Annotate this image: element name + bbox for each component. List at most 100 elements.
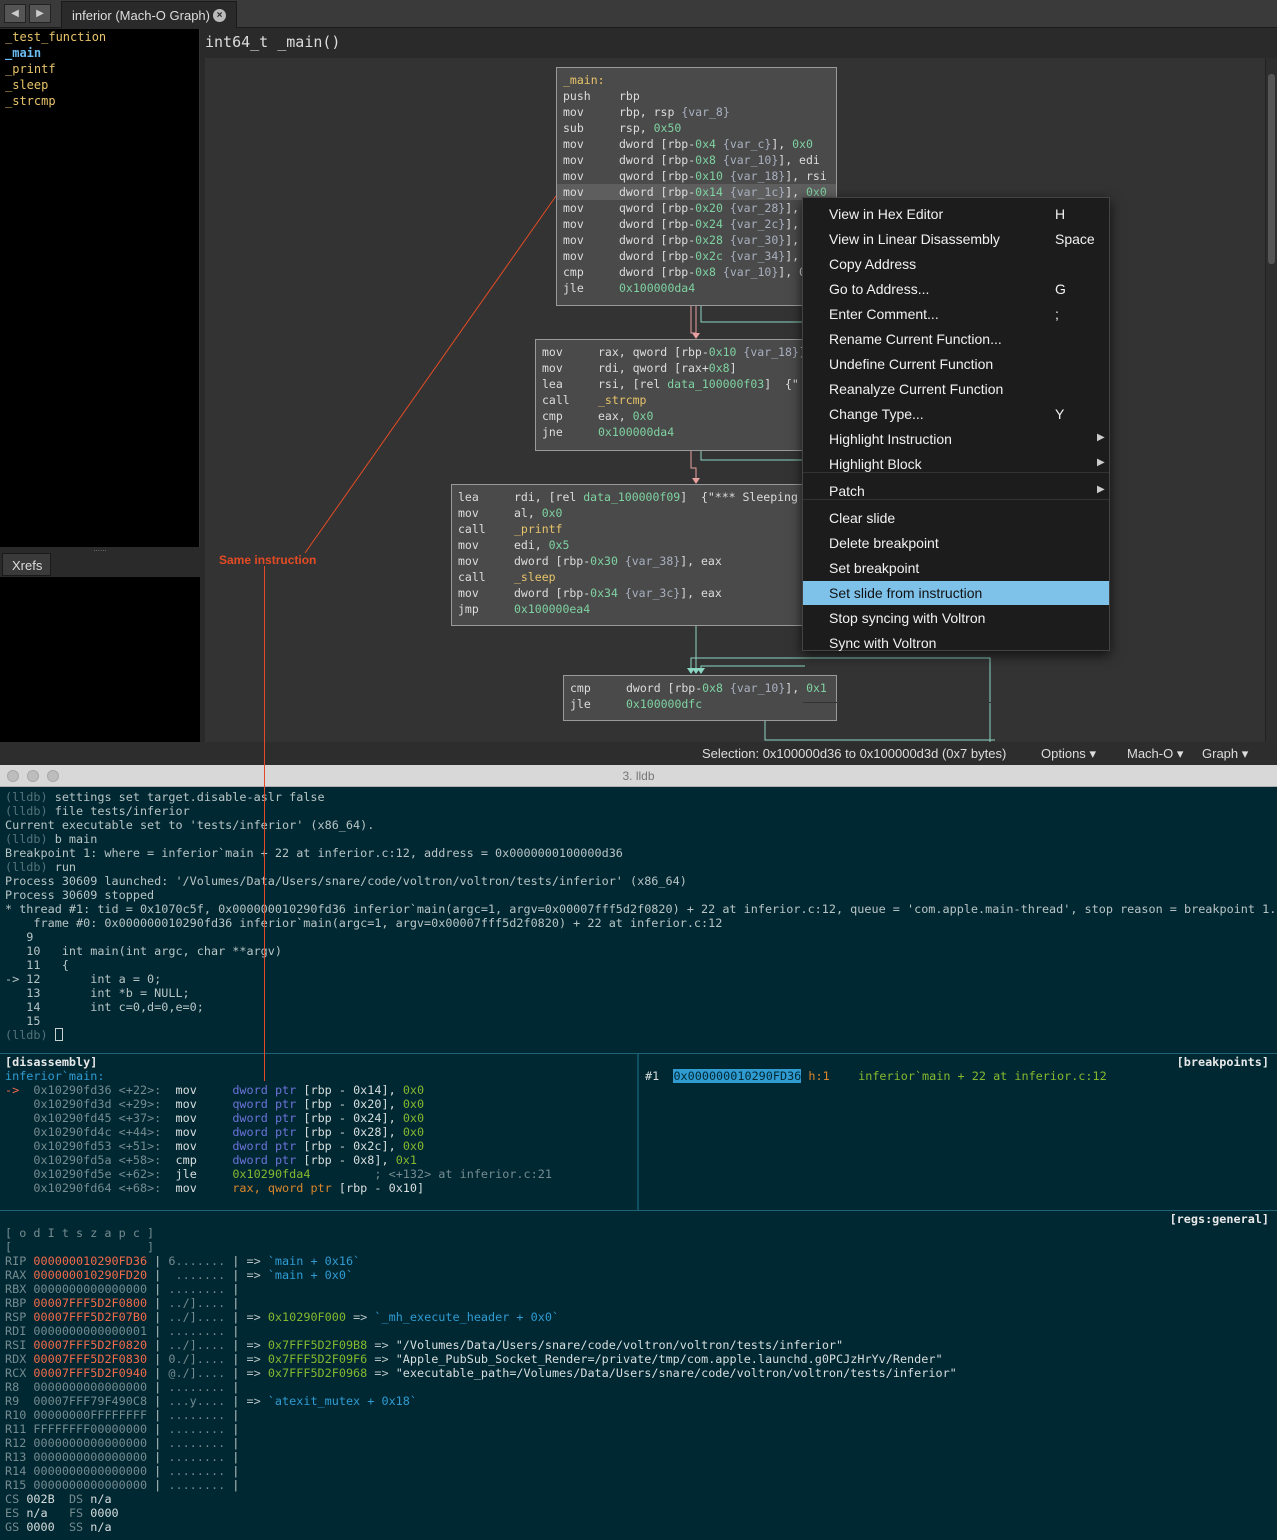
back-arrow-icon[interactable]: ◀ <box>4 4 26 23</box>
context-menu-item[interactable]: Go to Address... G <box>803 277 1109 301</box>
minimize-window-icon[interactable] <box>27 770 39 782</box>
context-menu-item[interactable]: Set breakpoint <box>803 556 1109 580</box>
instruction-row[interactable]: mov rdi, qword [rax+0x8] <box>542 360 806 376</box>
instruction-row[interactable]: jne 0x100000da4 <box>542 424 806 440</box>
instruction-row[interactable]: mov dword [rbp-0x34 {var_3c}], eax <box>458 585 806 601</box>
instruction-row[interactable]: sub rsp, 0x50 <box>563 120 836 136</box>
register-row[interactable]: R13 0000000000000000 | ........ | <box>0 1450 1277 1464</box>
instruction-mnemonic: mov <box>563 185 584 199</box>
register-row[interactable]: RSI 00007FFF5D2F0820 | ../].... | => 0x7… <box>0 1338 1277 1352</box>
view-dropdown[interactable]: Graph ▾ <box>1202 746 1248 762</box>
register-row[interactable]: RBX 0000000000000000 | ........ | <box>0 1282 1277 1296</box>
function-list-item[interactable]: _test_function <box>0 29 199 45</box>
instruction-row[interactable]: mov dword [rbp-0x4 {var_c}], 0x0 <box>563 136 836 152</box>
basic-block-sleep[interactable]: lea rdi, [rel data_100000f09] {"*** Sleep… <box>451 484 807 626</box>
register-value: 0000000000000001 <box>33 1324 148 1338</box>
instruction-row[interactable]: push rbp <box>563 88 836 104</box>
register-row[interactable]: R9 00007FFF79F490C8 | ...y.... | => `ate… <box>0 1394 1277 1408</box>
disasm-row[interactable]: 0x10290fd45 <+37>: mov dword ptr [rbp - … <box>0 1111 637 1125</box>
instruction-row[interactable]: mov edi, 0x5 <box>458 537 806 553</box>
instruction-row[interactable]: lea rsi, [rel data_100000f03] {" <box>542 376 806 392</box>
zoom-window-icon[interactable] <box>47 770 59 782</box>
register-row[interactable]: RDI 0000000000000001 | ........ | <box>0 1324 1277 1338</box>
instruction-row[interactable]: cmp eax, 0x0 <box>542 408 806 424</box>
function-list-item[interactable]: _sleep <box>0 77 199 93</box>
register-row[interactable]: R15 0000000000000000 | ........ | <box>0 1478 1277 1492</box>
context-menu-item[interactable]: Set slide from instruction <box>803 581 1109 605</box>
disasm-row[interactable]: -> 0x10290fd36 <+22>: mov dword ptr [rbp… <box>0 1083 637 1097</box>
instruction-row[interactable]: mov dword [rbp-0x28 {var_30}], 0 <box>563 232 836 248</box>
context-menu-item[interactable]: Undefine Current Function <box>803 352 1109 376</box>
instruction-row[interactable]: jle 0x100000dfc <box>570 696 836 712</box>
disasm-row[interactable]: 0x10290fd5a <+58>: cmp dword ptr [rbp - … <box>0 1153 637 1167</box>
instruction-row[interactable]: jle 0x100000da4 <box>563 280 836 296</box>
context-menu-item[interactable]: Enter Comment...; <box>803 302 1109 326</box>
pane-divider <box>0 1210 1277 1211</box>
breakpoint-row[interactable]: #1 0x000000010290FD36 h:1 inferior`main … <box>640 1069 1277 1083</box>
console-prompt-line[interactable]: (lldb) <box>5 1028 1277 1042</box>
basic-block-strcmp[interactable]: movrax, qword [rbp-0x10 {var_18}]movrdi,… <box>535 339 807 451</box>
instruction-row[interactable]: mov qword [rbp-0x20 {var_28}], 0 <box>563 200 836 216</box>
tab-xrefs[interactable]: Xrefs <box>2 553 51 576</box>
context-menu-item[interactable]: View in Hex Editor H <box>803 202 1109 226</box>
instruction-row[interactable]: mov dword [rbp-0x8 {var_10}], edi <box>563 152 836 168</box>
instruction-row[interactable]: call _printf <box>458 521 806 537</box>
instruction-row[interactable]: call _strcmp <box>542 392 806 408</box>
instruction-row[interactable]: mov dword [rbp-0x2c {var_34}], 0 <box>563 248 836 264</box>
basic-block-cmp[interactable]: cmp dword [rbp-0x8 {var_10}], 0x1 jle 0x100… <box>563 675 837 721</box>
context-menu-item[interactable]: Stop syncing with Voltron <box>803 606 1109 630</box>
context-menu-item[interactable]: Delete breakpoint <box>803 531 1109 555</box>
disasm-row[interactable]: 0x10290fd4c <+44>: mov dword ptr [rbp - … <box>0 1125 637 1139</box>
instruction-row[interactable]: mov al, 0x0 <box>458 505 806 521</box>
function-list-item[interactable]: _printf <box>0 61 199 77</box>
instruction-row[interactable]: lea rdi, [rel data_100000f09] {"*** Sleep… <box>458 489 806 505</box>
register-row[interactable]: R11 FFFFFFFF00000000 | ........ | <box>0 1422 1277 1436</box>
context-menu-item[interactable]: Highlight Instruction ▶ <box>803 427 1109 451</box>
instruction-row[interactable]: cmp dword [rbp-0x8 {var_10}], 0 <box>563 264 836 280</box>
context-menu-item[interactable]: View in Linear Disassembly Space <box>803 227 1109 251</box>
register-row[interactable]: R12 0000000000000000 | ........ | <box>0 1436 1277 1450</box>
instruction-row[interactable]: call _sleep <box>458 569 806 585</box>
instruction-row[interactable]: mov rax, qword [rbp-0x10 {var_18}] <box>542 344 806 360</box>
instruction-row[interactable]: cmp dword [rbp-0x8 {var_10}], 0x1 <box>570 680 836 696</box>
context-menu-item[interactable]: Copy Address <box>803 252 1109 276</box>
register-row[interactable]: RSP 00007FFF5D2F07B0 | ../].... | => 0x1… <box>0 1310 1277 1324</box>
tab-inferior-graph[interactable]: inferior (Mach-O Graph) × <box>61 1 237 28</box>
instruction-row[interactable]: mov dword [rbp-0x14 {var_1c}], 0x0 <box>557 184 836 200</box>
instruction-row[interactable]: mov dword [rbp-0x24 {var_2c}], 0 <box>563 216 836 232</box>
graph-vertical-scrollbar[interactable] <box>1265 58 1277 742</box>
context-menu-item[interactable]: Sync with Voltron <box>803 631 1109 655</box>
forward-arrow-icon[interactable]: ▶ <box>29 4 51 23</box>
register-row[interactable]: RAX 000000010290FD20 | ....... | => `mai… <box>0 1268 1277 1282</box>
instruction-row[interactable]: mov qword [rbp-0x10 {var_18}], rsi <box>563 168 836 184</box>
instruction-row[interactable]: mov rbp, rsp {var_8} <box>563 104 836 120</box>
register-row[interactable]: R10 00000000FFFFFFFF | ........ | <box>0 1408 1277 1422</box>
disasm-row[interactable]: 0x10290fd5e <+62>: jle 0x10290fda4 ; <+1… <box>0 1167 637 1181</box>
register-row[interactable]: R8 0000000000000000 | ........ | <box>0 1380 1277 1394</box>
segment-name: GS <box>5 1520 27 1534</box>
context-menu-item[interactable]: Clear slide <box>803 506 1109 530</box>
options-dropdown[interactable]: Options ▾ <box>1041 746 1096 762</box>
format-dropdown[interactable]: Mach-O ▾ <box>1127 746 1183 762</box>
instruction-row[interactable]: mov dword [rbp-0x30 {var_38}], eax <box>458 553 806 569</box>
disasm-row[interactable]: 0x10290fd3d <+29>: mov qword ptr [rbp - … <box>0 1097 637 1111</box>
disasm-operand: [rbp - 0x14], <box>303 1083 396 1097</box>
register-row[interactable]: RBP 00007FFF5D2F0800 | ../].... | <box>0 1296 1277 1310</box>
basic-block-main-entry[interactable]: _main: push rbp mov rbp, rsp {var_8} sub rsp, … <box>556 67 837 306</box>
function-list-item[interactable]: _strcmp <box>0 93 199 109</box>
context-menu-item[interactable]: Rename Current Function... <box>803 327 1109 351</box>
register-row[interactable]: RDX 00007FFF5D2F0830 | 0./].... | => 0x7… <box>0 1352 1277 1366</box>
close-window-icon[interactable] <box>7 770 19 782</box>
function-list-item[interactable]: _main <box>0 45 199 61</box>
disasm-row[interactable]: 0x10290fd53 <+51>: mov dword ptr [rbp - … <box>0 1139 637 1153</box>
register-row[interactable]: R14 0000000000000000 | ........ | <box>0 1464 1277 1478</box>
context-menu-item[interactable]: Reanalyze Current Function <box>803 377 1109 401</box>
instruction-row[interactable]: jmp 0x100000ea4 <box>458 601 806 617</box>
register-row[interactable]: RIP 000000010290FD36 | 6....... | => `ma… <box>0 1254 1277 1268</box>
scrollbar-thumb[interactable] <box>1268 74 1275 264</box>
register-row[interactable]: RCX 00007FFF5D2F0940 | @./].... | => 0x7… <box>0 1366 1277 1380</box>
disasm-row[interactable]: 0x10290fd64 <+68>: mov rax, qword ptr [r… <box>0 1181 637 1195</box>
lldb-console[interactable]: (lldb) settings set target.disable-aslr … <box>5 790 1277 1042</box>
context-menu-item[interactable]: Change Type... Y <box>803 402 1109 426</box>
close-icon[interactable]: × <box>213 9 226 22</box>
